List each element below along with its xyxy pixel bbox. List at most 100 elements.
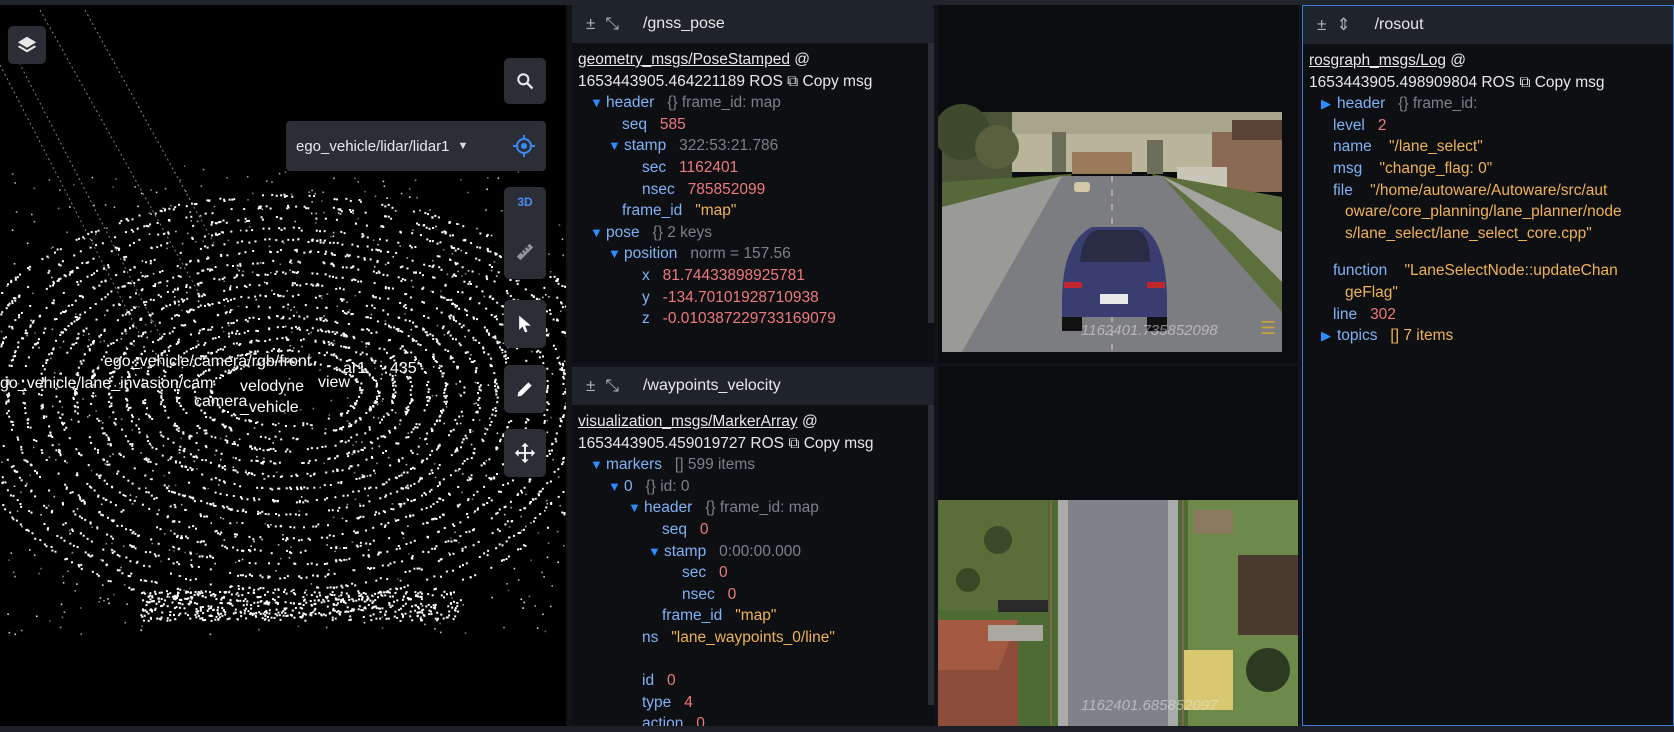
select-tool-button[interactable] xyxy=(504,300,546,348)
at-sign: @ xyxy=(1446,52,1467,69)
image-panel-overhead-camera[interactable]: 1162401.685852097 xyxy=(938,367,1298,726)
value: 0 xyxy=(667,672,676,690)
node-meta: [] 599 items xyxy=(674,456,756,474)
copy-icon[interactable]: ⧉ xyxy=(788,435,799,452)
frame-select-value: ego_vehicle/lidar/lidar1 xyxy=(296,137,450,155)
tf-label: 435 xyxy=(390,360,417,377)
node-meta: {} 2 keys xyxy=(652,223,713,241)
add-remove-icon[interactable]: ± xyxy=(1317,15,1326,35)
message-tree: rosgraph_msgs/Log @ 1653443905.498909804… xyxy=(1303,44,1673,347)
expanded-triangle-icon[interactable]: ▼ xyxy=(590,222,606,244)
tree-node[interactable]: ▼ header {} frame_id: map xyxy=(578,497,934,519)
value: 302 xyxy=(1370,305,1396,323)
tree-leaf: action 0 xyxy=(578,713,934,726)
value: 785852099 xyxy=(687,180,766,198)
tree-node[interactable]: ▼ position norm = 157.56 xyxy=(578,243,934,265)
expanded-triangle-icon[interactable]: ▼ xyxy=(648,541,664,563)
tree-leaf: level 2 xyxy=(1333,116,1387,134)
tree-leaf: name "/lane_select" xyxy=(1333,138,1483,156)
expanded-triangle-icon[interactable]: ▼ xyxy=(608,243,624,265)
tree-leaf: function "LaneSelectNode::updateChan xyxy=(1333,262,1618,280)
raw-messages-panel-waypoints[interactable]: ± ⤡ /waypoints_velocity visualization_ms… xyxy=(572,367,934,726)
add-remove-icon[interactable]: ± xyxy=(586,376,595,396)
publish-tool-button[interactable] xyxy=(504,365,546,413)
value: 0 xyxy=(727,585,737,603)
front-camera-image xyxy=(938,5,1298,363)
move-tool-button[interactable] xyxy=(504,429,546,477)
panel-header: ± ⇕ /rosout xyxy=(1303,6,1673,44)
bottom-bar xyxy=(0,726,1674,732)
expanded-triangle-icon[interactable]: ▼ xyxy=(628,497,644,519)
toggle-3d-button[interactable]: 3D xyxy=(504,195,546,209)
value: "lane_waypoints_0/line" xyxy=(671,628,835,646)
raw-messages-panel-rosout[interactable]: ± ⇕ /rosout rosgraph_msgs/Log @ 16534439… xyxy=(1302,5,1674,726)
follow-target-button[interactable] xyxy=(501,121,546,171)
message-time: 1653443905.498909804 ROS xyxy=(1309,73,1515,91)
3d-panel[interactable]: ego_vehicle/lidar/lidar1 ▼ 3D ego_vehicl… xyxy=(0,5,566,726)
menu-icon[interactable]: ☰ xyxy=(1260,318,1276,339)
value: "map" xyxy=(695,202,737,220)
layers-button[interactable] xyxy=(8,26,46,64)
scrollbar[interactable] xyxy=(928,405,934,705)
topic-title[interactable]: /waypoints_velocity xyxy=(643,377,781,395)
tree-leaf: frame_id "map" xyxy=(622,202,737,220)
search-button[interactable] xyxy=(504,58,546,104)
tree-leaf: id 0 xyxy=(642,672,676,690)
collapse-icon[interactable]: ⤡ xyxy=(605,14,619,34)
tree-node[interactable]: ▼ pose {} 2 keys xyxy=(578,222,934,244)
value: "/home/autoware/Autoware/src/aut xyxy=(1370,181,1608,199)
expanded-triangle-icon[interactable]: ▼ xyxy=(590,92,606,114)
value: "/lane_select" xyxy=(1389,138,1483,156)
tf-label: _vehicle xyxy=(240,399,299,416)
copy-msg-button[interactable]: Copy msg xyxy=(804,435,874,452)
tree-node[interactable]: ▼ 0 {} id: 0 xyxy=(578,476,934,498)
tree-node[interactable]: ▶ header {} frame_id: xyxy=(1309,93,1673,115)
collapsed-triangle-icon[interactable]: ▶ xyxy=(1321,325,1337,347)
expanded-triangle-icon[interactable]: ▼ xyxy=(590,454,606,476)
expanded-triangle-icon[interactable]: ▼ xyxy=(608,476,624,498)
scrollbar[interactable] xyxy=(928,43,934,323)
topic-title[interactable]: /rosout xyxy=(1375,16,1424,34)
tree-node[interactable]: ▼ stamp 0:00:00.000 xyxy=(578,541,934,563)
copy-msg-button[interactable]: Copy msg xyxy=(1535,74,1605,91)
copy-icon[interactable]: ⧉ xyxy=(1519,74,1530,91)
tree-leaf-cont: geFlag" xyxy=(1309,282,1673,304)
collapse-icon[interactable]: ⤡ xyxy=(605,376,619,396)
value: "change_flag: 0" xyxy=(1379,159,1493,177)
add-remove-icon[interactable]: ± xyxy=(586,14,595,34)
message-type-link[interactable]: geometry_msgs/PoseStamped xyxy=(578,51,790,68)
collapsed-triangle-icon[interactable]: ▶ xyxy=(1321,93,1337,115)
copy-msg-button[interactable]: Copy msg xyxy=(803,73,873,90)
raw-messages-panel-gnss[interactable]: ± ⤡ /gnss_pose geometry_msgs/PoseStamped… xyxy=(572,5,934,363)
view-tools: 3D xyxy=(504,187,546,279)
value: 81.74433898925781 xyxy=(662,266,805,284)
value: -134.70101928710938 xyxy=(662,288,819,306)
tree-leaf: file "/home/autoware/Autoware/src/aut xyxy=(1333,181,1608,199)
panel-header: ± ⤡ /gnss_pose xyxy=(572,5,934,43)
image-panel-front-camera[interactable]: 1162401.735852098 ☰ xyxy=(938,5,1298,363)
message-time-row: 1653443905.498909804 ROS ⧉ Copy msg xyxy=(1309,72,1673,94)
expand-icon[interactable]: ⇕ xyxy=(1336,15,1350,35)
copy-icon[interactable]: ⧉ xyxy=(787,73,798,90)
tree-node[interactable]: ▼ stamp 322:53:21.786 xyxy=(578,135,934,157)
value: "LaneSelectNode::updateChan xyxy=(1404,262,1618,280)
value: 0 xyxy=(699,520,709,538)
move-icon xyxy=(514,442,536,464)
tree-node[interactable]: ▶ topics [] 7 items xyxy=(1309,325,1673,347)
topic-title[interactable]: /gnss_pose xyxy=(643,15,725,33)
value: oware/core_planning/lane_planner/node xyxy=(1345,203,1622,221)
message-type-link[interactable]: rosgraph_msgs/Log xyxy=(1309,52,1446,69)
tree-leaf: nsec 0 xyxy=(682,585,737,603)
measure-button[interactable] xyxy=(504,233,546,271)
tree-node[interactable]: ▼ header {} frame_id: map xyxy=(578,92,934,114)
tree-leaf: x 81.74433898925781 xyxy=(642,266,805,284)
image-timestamp: 1162401.685852097 xyxy=(1081,697,1218,714)
message-type-link[interactable]: visualization_msgs/MarkerArray xyxy=(578,413,798,430)
message-tree: geometry_msgs/PoseStamped @ 1653443905.4… xyxy=(572,43,934,330)
image-timestamp: 1162401.735852098 xyxy=(1081,322,1218,339)
expanded-triangle-icon[interactable]: ▼ xyxy=(608,135,624,157)
node-meta: {} frame_id: map xyxy=(667,94,781,112)
tree-node[interactable]: ▼ markers [] 599 items xyxy=(578,454,934,476)
frame-select[interactable]: ego_vehicle/lidar/lidar1 ▼ xyxy=(286,121,501,171)
